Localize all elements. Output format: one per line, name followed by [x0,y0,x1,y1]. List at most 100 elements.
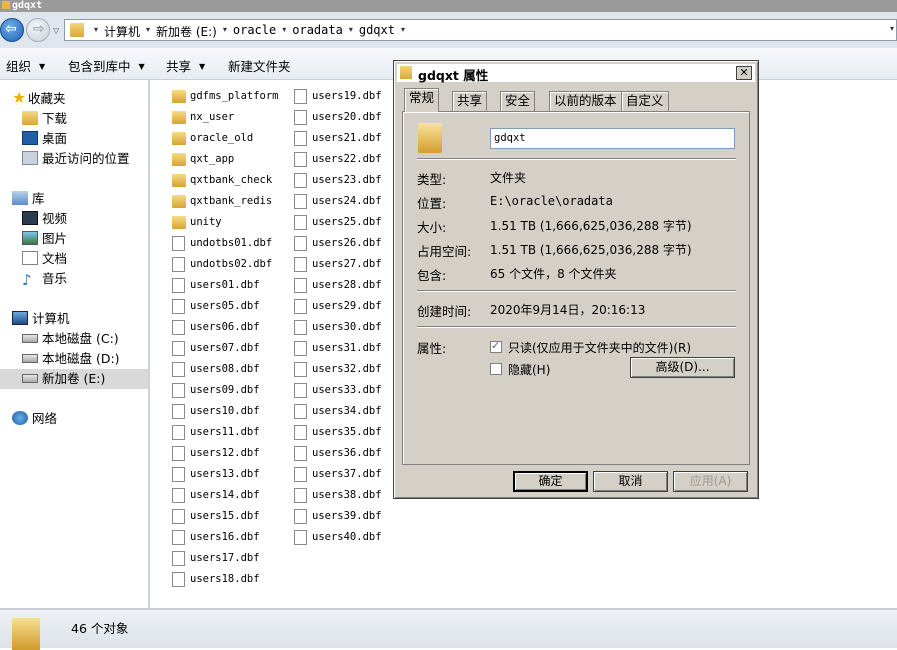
readonly-checkbox[interactable] [490,339,502,353]
file-icon [172,467,185,482]
location-value: E:\oracle\oradata [490,194,613,208]
nav-favorites[interactable]: ★ 收藏夹 [12,89,66,109]
file-icon [294,530,307,545]
breadcrumb-computer[interactable]: 计算机 [101,23,143,40]
hidden-label[interactable]: 隐藏(H) [508,361,550,378]
ok-button[interactable]: 确定 [513,471,588,492]
apply-button[interactable]: 应用(A) [673,471,748,492]
file-icon [172,383,185,398]
document-icon [22,251,38,265]
chevron-down-icon[interactable]: ▾ [346,23,356,40]
include-in-library-button[interactable]: 包含到库中 ▼ [68,56,145,75]
nav-drive-d[interactable]: 本地磁盘 (D:) [22,349,120,369]
cancel-button[interactable]: 取消 [593,471,668,492]
folder-name-input[interactable]: gdqxt [490,128,735,149]
file-icon [172,404,185,419]
attributes-label: 属性: [417,341,447,356]
breadcrumb: ▾ 计算机 ▾ 新加卷 (E:) ▾ oracle ▾ oradata ▾ gd… [91,23,408,40]
file-name: users29.dbf [312,300,382,312]
nav-desktop-label: 桌面 [42,131,68,146]
breadcrumb-oracle[interactable]: oracle [230,23,279,40]
chevron-down-icon[interactable]: ▾ [398,23,408,40]
file-icon [294,236,307,251]
file-name: qxtbank_redis [190,195,273,207]
nav-libraries[interactable]: 库 [12,189,45,209]
file-name: users40.dbf [312,531,382,543]
nav-desktop[interactable]: 桌面 [22,129,67,149]
file-name: users07.dbf [190,342,260,354]
file-icon [294,446,307,461]
file-name: users15.dbf [190,510,260,522]
file-name: users20.dbf [312,111,382,123]
chevron-down-icon[interactable]: ▾ [143,23,153,40]
file-name: users33.dbf [312,384,382,396]
folder-icon [400,66,412,79]
nav-drive-c-label: 本地磁盘 (C:) [42,331,119,346]
file-icon [172,320,185,335]
location-label: 位置: [417,196,447,211]
hidden-checkbox[interactable] [490,363,502,375]
new-folder-button[interactable]: 新建文件夹 [228,56,291,75]
file-name: users21.dbf [312,132,382,144]
file-name: gdfms_platform [190,90,279,102]
folder-icon [172,132,186,145]
window-title-bar: gdqxt [0,0,897,12]
nav-drive-e[interactable]: 新加卷 (E:) [22,369,105,389]
tab-previous-versions[interactable]: 以前的版本 [549,91,622,111]
chevron-down-icon[interactable]: ▾ [279,23,289,40]
breadcrumb-oradata[interactable]: oradata [289,23,346,40]
nav-documents[interactable]: 文档 [22,249,67,269]
folder-icon [172,153,186,166]
nav-music[interactable]: ♪ 音乐 [22,269,67,289]
file-icon [294,425,307,440]
close-button[interactable]: ✕ [736,66,752,80]
file-name: undotbs02.dbf [190,258,273,270]
nav-recent[interactable]: 最近访问的位置 [22,149,130,169]
size-on-disk-value: 1.51 TB (1,666,625,036,288 字节) [490,243,692,257]
address-dropdown-icon[interactable]: ▾ [890,24,894,33]
tab-customize[interactable]: 自定义 [621,91,669,111]
nav-downloads[interactable]: 下载 [22,109,67,129]
nav-favorites-label: 收藏夹 [28,91,66,106]
chevron-down-icon[interactable]: ▾ [220,23,230,40]
readonly-label[interactable]: 只读(仅应用于文件夹中的文件)(R) [508,339,691,356]
file-icon [294,320,307,335]
folder-icon [172,216,186,229]
file-icon [294,488,307,503]
contains-label: 包含: [417,268,447,283]
file-name: users25.dbf [312,216,382,228]
file-name: users14.dbf [190,489,260,501]
breadcrumb-drive-e[interactable]: 新加卷 (E:) [153,23,220,40]
dialog-title: gdqxt 属性 [418,68,489,83]
breadcrumb-root-chevron-icon[interactable]: ▾ [91,23,101,40]
library-icon [12,191,28,205]
nav-network[interactable]: 网络 [12,409,57,429]
nav-computer[interactable]: 计算机 [12,309,70,329]
chevron-down-icon: ▼ [199,62,206,71]
forward-button[interactable]: ⇨ [26,18,50,42]
file-icon [294,509,307,524]
advanced-button[interactable]: 高级(D)... [630,357,735,378]
nav-videos[interactable]: 视频 [22,209,67,229]
tab-sharing[interactable]: 共享 [452,91,488,111]
file-icon [172,299,185,314]
nav-drive-c[interactable]: 本地磁盘 (C:) [22,329,119,349]
breadcrumb-gdqxt[interactable]: gdqxt [356,23,398,40]
file-name: nx_user [190,111,235,123]
type-value: 文件夹 [490,171,527,185]
window-title: gdqxt [12,0,43,11]
folder-icon [172,174,186,187]
chevron-down-icon: ▼ [138,62,145,71]
size-label: 大小: [417,220,447,235]
status-bar: 46 个对象 [0,608,897,650]
recent-pages-dropdown-icon[interactable]: ▽ [53,26,59,35]
tab-general[interactable]: 常规 [404,88,440,112]
share-button[interactable]: 共享 ▼ [166,56,205,75]
address-bar[interactable]: ▾ 计算机 ▾ 新加卷 (E:) ▾ oracle ▾ oradata ▾ gd… [64,19,897,41]
back-button[interactable]: ⇦ [0,18,24,42]
tab-security[interactable]: 安全 [500,91,536,111]
nav-pictures[interactable]: 图片 [22,229,67,249]
file-name: users32.dbf [312,363,382,375]
organize-button[interactable]: 组织 ▼ [6,56,45,75]
drive-icon [22,334,38,343]
